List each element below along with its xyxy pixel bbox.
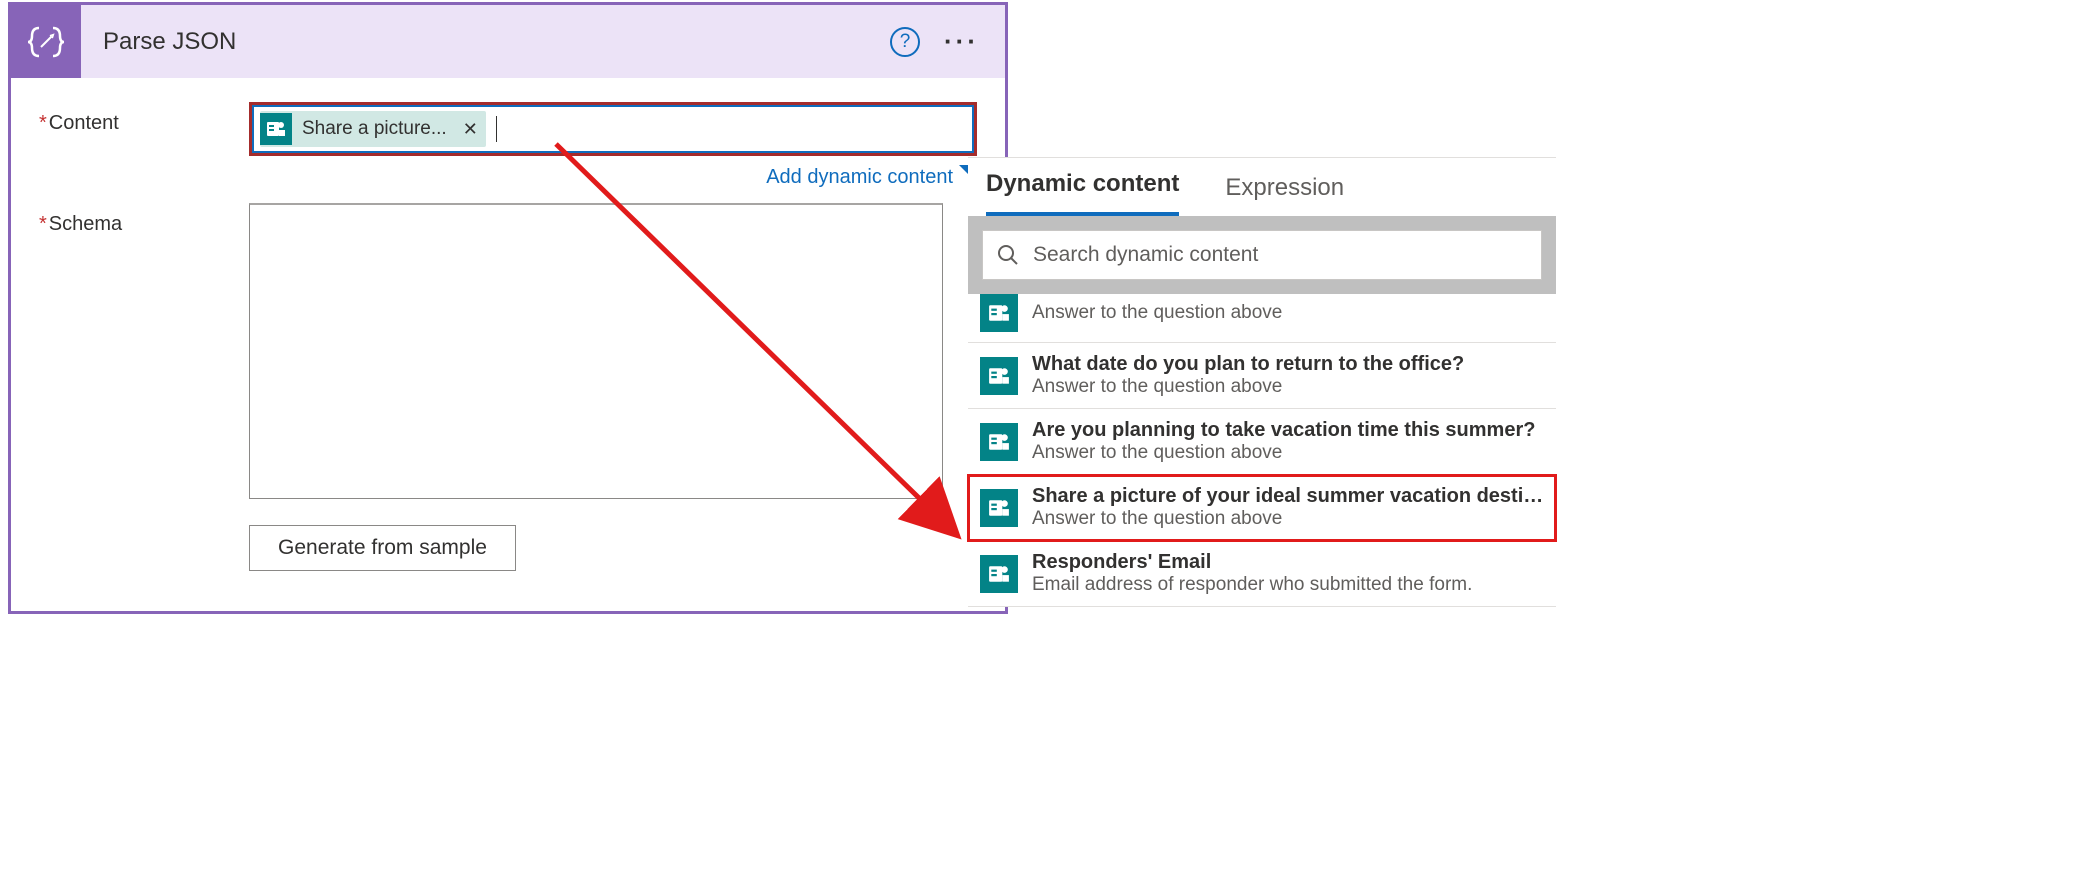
dynamic-content-item[interactable]: Are you planning to take vacation time t… bbox=[968, 409, 1556, 475]
dynamic-content-list: What date do you plan to start your vaca… bbox=[968, 294, 1556, 607]
action-header[interactable]: Parse JSON ? ··· bbox=[11, 5, 1005, 78]
dc-item-text: What date do you plan to return to the o… bbox=[1032, 353, 1544, 398]
tab-expression[interactable]: Expression bbox=[1225, 174, 1344, 216]
schema-label: *Schema bbox=[39, 203, 249, 236]
dc-item-title: Responders' Email bbox=[1032, 551, 1544, 574]
dc-item-subtitle: Answer to the question above bbox=[1032, 508, 1544, 530]
dynamic-content-item[interactable]: What date do you plan to return to the o… bbox=[968, 343, 1556, 409]
action-title: Parse JSON bbox=[81, 28, 890, 56]
schema-field-row: *Schema Generate from sample bbox=[39, 203, 977, 571]
dynamic-content-item[interactable]: Responders' EmailEmail address of respon… bbox=[968, 541, 1556, 607]
dc-item-subtitle: Answer to the question above bbox=[1032, 376, 1544, 398]
forms-icon bbox=[980, 294, 1018, 332]
forms-icon bbox=[980, 357, 1018, 395]
token-label: Share a picture... bbox=[302, 118, 447, 140]
dynamic-content-item[interactable]: Share a picture of your ideal summer vac… bbox=[968, 475, 1556, 541]
search-bar[interactable] bbox=[982, 230, 1542, 280]
dc-item-title: Share a picture of your ideal summer vac… bbox=[1032, 485, 1544, 508]
generate-from-sample-button[interactable]: Generate from sample bbox=[249, 525, 516, 571]
search-icon bbox=[997, 244, 1019, 266]
parse-json-card: Parse JSON ? ··· *Content Share a pictur… bbox=[8, 2, 1008, 614]
forms-icon bbox=[260, 113, 292, 145]
add-dynamic-row: Add dynamic content bbox=[249, 166, 977, 189]
forms-icon bbox=[980, 423, 1018, 461]
action-body: *Content Share a picture... ✕ bbox=[11, 78, 1005, 611]
content-input-highlight: Share a picture... ✕ bbox=[249, 102, 977, 156]
schema-textarea[interactable] bbox=[249, 203, 943, 499]
action-menu-button[interactable]: ··· bbox=[944, 26, 979, 57]
text-cursor bbox=[496, 116, 497, 142]
forms-icon bbox=[980, 555, 1018, 593]
dynamic-content-flyout: Dynamic content Expression What date do … bbox=[968, 157, 1556, 607]
dc-item-subtitle: Answer to the question above bbox=[1032, 302, 1544, 324]
content-field-row: *Content Share a picture... ✕ bbox=[39, 102, 977, 189]
dc-item-title: What date do you plan to return to the o… bbox=[1032, 353, 1544, 376]
dc-item-subtitle: Answer to the question above bbox=[1032, 442, 1544, 464]
search-bar-container bbox=[968, 216, 1556, 294]
dynamic-content-item[interactable]: What date do you plan to start your vaca… bbox=[968, 294, 1556, 343]
dc-item-text: What date do you plan to start your vaca… bbox=[1032, 302, 1544, 324]
add-dynamic-content-link[interactable]: Add dynamic content bbox=[766, 166, 953, 189]
dc-item-text: Are you planning to take vacation time t… bbox=[1032, 419, 1544, 464]
content-input[interactable]: Share a picture... ✕ bbox=[252, 105, 974, 153]
dc-item-title: Are you planning to take vacation time t… bbox=[1032, 419, 1544, 442]
dc-item-text: Responders' EmailEmail address of respon… bbox=[1032, 551, 1544, 596]
dynamic-token[interactable]: Share a picture... ✕ bbox=[260, 111, 486, 147]
forms-icon bbox=[980, 489, 1018, 527]
tab-dynamic-content[interactable]: Dynamic content bbox=[986, 170, 1179, 216]
content-label: *Content bbox=[39, 102, 249, 135]
search-input[interactable] bbox=[1033, 243, 1527, 267]
flyout-tabs: Dynamic content Expression bbox=[968, 158, 1556, 216]
dc-item-subtitle: Email address of responder who submitted… bbox=[1032, 574, 1544, 596]
parse-json-icon bbox=[11, 5, 81, 78]
token-remove[interactable]: ✕ bbox=[463, 119, 478, 140]
dc-item-text: Share a picture of your ideal summer vac… bbox=[1032, 485, 1544, 530]
help-icon[interactable]: ? bbox=[890, 27, 920, 57]
